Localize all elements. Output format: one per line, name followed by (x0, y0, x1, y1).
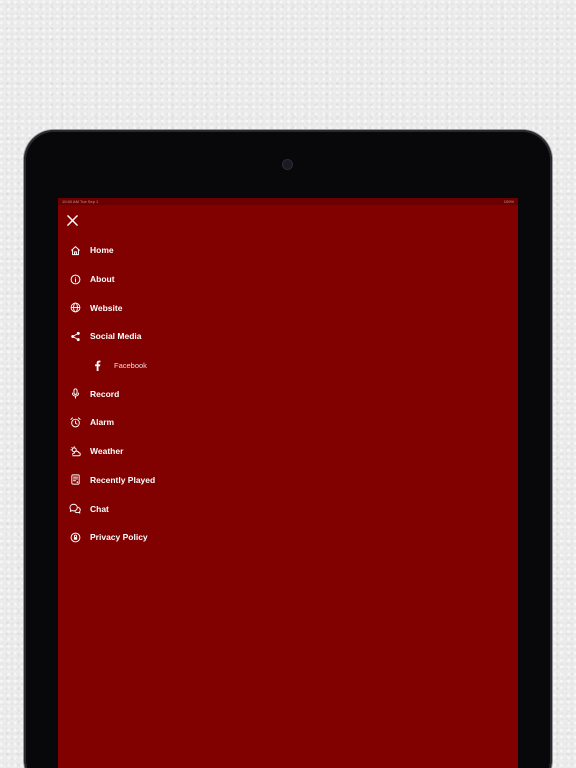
menu-item-label: Chat (90, 503, 109, 514)
privacy-icon (69, 531, 81, 543)
menu-item-recently-played[interactable]: Recently Played (58, 466, 518, 495)
menu-item-label: Home (90, 245, 114, 256)
microphone-icon (69, 388, 81, 400)
menu-item-label: Social Media (90, 331, 142, 342)
menu-item-label: Weather (90, 446, 124, 457)
chat-icon (69, 503, 81, 515)
app-screen: 10:40 AM Tue Sep 1 100% Home About Websi… (58, 198, 518, 768)
menu-item-social-media[interactable]: Social Media (58, 322, 518, 351)
close-icon (66, 214, 78, 226)
side-menu: Home About Website Social Media Facebook… (58, 236, 518, 552)
camera-dot (283, 160, 292, 169)
menu-item-label: About (90, 274, 115, 285)
menu-item-about[interactable]: About (58, 265, 518, 294)
menu-item-label: Facebook (114, 360, 147, 370)
menu-item-chat[interactable]: Chat (58, 494, 518, 523)
menu-item-label: Privacy Policy (90, 532, 148, 543)
menu-item-label: Alarm (90, 417, 115, 428)
tablet-frame: 10:40 AM Tue Sep 1 100% Home About Websi… (24, 130, 552, 768)
menu-item-label: Record (90, 388, 120, 399)
status-battery: 100% (503, 199, 514, 204)
menu-item-label: Recently Played (90, 474, 156, 485)
menu-item-weather[interactable]: Weather (58, 437, 518, 466)
weather-icon (69, 445, 81, 457)
share-icon (69, 330, 81, 342)
menu-item-alarm[interactable]: Alarm (58, 408, 518, 437)
globe-icon (69, 302, 81, 314)
menu-item-privacy-policy[interactable]: Privacy Policy (58, 523, 518, 552)
menu-item-label: Website (90, 302, 123, 313)
playlist-icon (69, 474, 81, 486)
home-icon (69, 244, 81, 256)
info-icon (69, 273, 81, 285)
menu-item-website[interactable]: Website (58, 293, 518, 322)
status-bar: 10:40 AM Tue Sep 1 100% (58, 198, 518, 205)
facebook-icon (91, 359, 103, 371)
menu-item-home[interactable]: Home (58, 236, 518, 265)
alarm-clock-icon (69, 416, 81, 428)
close-button[interactable] (64, 212, 80, 228)
menu-item-record[interactable]: Record (58, 379, 518, 408)
status-time: 10:40 AM Tue Sep 1 (62, 199, 99, 204)
menu-item-facebook[interactable]: Facebook (58, 351, 518, 380)
